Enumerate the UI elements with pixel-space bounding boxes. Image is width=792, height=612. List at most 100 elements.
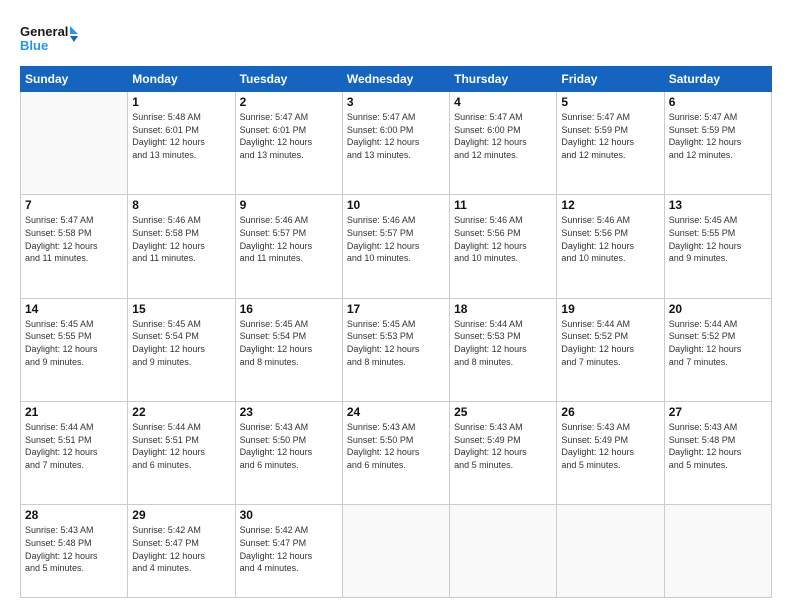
day-number: 1 (132, 95, 230, 109)
calendar-cell (342, 505, 449, 598)
calendar-cell: 6 Sunrise: 5:47 AM Sunset: 5:59 PM Daylig… (664, 92, 771, 195)
day-info: Sunrise: 5:45 AM Sunset: 5:55 PM Dayligh… (669, 214, 767, 264)
day-info: Sunrise: 5:44 AM Sunset: 5:53 PM Dayligh… (454, 318, 552, 368)
calendar-cell: 23 Sunrise: 5:43 AM Sunset: 5:50 PM Dayli… (235, 402, 342, 505)
calendar-cell (450, 505, 557, 598)
page: General Blue SundayMondayTuesdayWednesda… (0, 0, 792, 612)
day-number: 17 (347, 302, 445, 316)
day-number: 16 (240, 302, 338, 316)
calendar-cell: 9Sunrise: 5:46 AM Sunset: 5:57 PM Daylig… (235, 195, 342, 298)
calendar-cell (557, 505, 664, 598)
header: General Blue (20, 18, 772, 56)
day-number: 4 (454, 95, 552, 109)
calendar-cell: 20Sunrise: 5:44 AM Sunset: 5:52 PM Dayli… (664, 298, 771, 401)
calendar-cell: 4Sunrise: 5:47 AM Sunset: 6:00 PM Daylig… (450, 92, 557, 195)
calendar-cell: 7Sunrise: 5:47 AM Sunset: 5:58 PM Daylig… (21, 195, 128, 298)
calendar-week-row: 28 Sunrise: 5:43 AM Sunset: 5:48 PM Dayli… (21, 505, 772, 598)
weekday-header-thursday: Thursday (450, 67, 557, 92)
day-number: 6 (669, 95, 767, 109)
calendar-cell: 2 Sunrise: 5:47 AM Sunset: 6:01 PM Daylig… (235, 92, 342, 195)
day-number: 11 (454, 198, 552, 212)
calendar-cell: 13 Sunrise: 5:45 AM Sunset: 5:55 PM Dayli… (664, 195, 771, 298)
calendar-cell: 12 Sunrise: 5:46 AM Sunset: 5:56 PM Dayli… (557, 195, 664, 298)
day-info: Sunrise: 5:47 AM Sunset: 5:59 PM Dayligh… (561, 111, 659, 161)
day-info: Sunrise: 5:43 AM Sunset: 5:48 PM Dayligh… (669, 421, 767, 471)
calendar-cell: 1 Sunrise: 5:48 AM Sunset: 6:01 PM Daylig… (128, 92, 235, 195)
calendar-cell (21, 92, 128, 195)
weekday-header-sunday: Sunday (21, 67, 128, 92)
logo: General Blue (20, 22, 80, 56)
calendar-cell: 17 Sunrise: 5:45 AM Sunset: 5:53 PM Dayli… (342, 298, 449, 401)
svg-text:General: General (20, 24, 68, 39)
calendar-cell: 3Sunrise: 5:47 AM Sunset: 6:00 PM Daylig… (342, 92, 449, 195)
calendar-cell: 27 Sunrise: 5:43 AM Sunset: 5:48 PM Dayli… (664, 402, 771, 505)
day-info: Sunrise: 5:46 AM Sunset: 5:57 PM Dayligh… (347, 214, 445, 264)
calendar-cell: 21 Sunrise: 5:44 AM Sunset: 5:51 PM Dayli… (21, 402, 128, 505)
day-number: 14 (25, 302, 123, 316)
day-info: Sunrise: 5:45 AM Sunset: 5:53 PM Dayligh… (347, 318, 445, 368)
day-info: Sunrise: 5:43 AM Sunset: 5:49 PM Dayligh… (454, 421, 552, 471)
calendar-cell (664, 505, 771, 598)
day-info: Sunrise: 5:46 AM Sunset: 5:58 PM Dayligh… (132, 214, 230, 264)
weekday-header-wednesday: Wednesday (342, 67, 449, 92)
calendar-cell: 8 Sunrise: 5:46 AM Sunset: 5:58 PM Daylig… (128, 195, 235, 298)
day-info: Sunrise: 5:43 AM Sunset: 5:48 PM Dayligh… (25, 524, 123, 574)
svg-text:Blue: Blue (20, 38, 48, 53)
weekday-header-tuesday: Tuesday (235, 67, 342, 92)
calendar-cell: 24 Sunrise: 5:43 AM Sunset: 5:50 PM Dayli… (342, 402, 449, 505)
calendar-cell: 10 Sunrise: 5:46 AM Sunset: 5:57 PM Dayli… (342, 195, 449, 298)
day-info: Sunrise: 5:45 AM Sunset: 5:54 PM Dayligh… (132, 318, 230, 368)
calendar-cell: 25Sunrise: 5:43 AM Sunset: 5:49 PM Dayli… (450, 402, 557, 505)
calendar-cell: 19 Sunrise: 5:44 AM Sunset: 5:52 PM Dayli… (557, 298, 664, 401)
day-number: 15 (132, 302, 230, 316)
day-info: Sunrise: 5:46 AM Sunset: 5:56 PM Dayligh… (561, 214, 659, 264)
day-number: 2 (240, 95, 338, 109)
calendar-cell: 26 Sunrise: 5:43 AM Sunset: 5:49 PM Dayli… (557, 402, 664, 505)
logo-svg: General Blue (20, 22, 80, 56)
day-info: Sunrise: 5:43 AM Sunset: 5:49 PM Dayligh… (561, 421, 659, 471)
day-info: Sunrise: 5:44 AM Sunset: 5:52 PM Dayligh… (561, 318, 659, 368)
weekday-header-row: SundayMondayTuesdayWednesdayThursdayFrid… (21, 67, 772, 92)
weekday-header-monday: Monday (128, 67, 235, 92)
calendar-cell: 30 Sunrise: 5:42 AM Sunset: 5:47 PM Dayli… (235, 505, 342, 598)
calendar-cell: 16 Sunrise: 5:45 AM Sunset: 5:54 PM Dayli… (235, 298, 342, 401)
day-number: 21 (25, 405, 123, 419)
day-info: Sunrise: 5:48 AM Sunset: 6:01 PM Dayligh… (132, 111, 230, 161)
calendar-cell: 14 Sunrise: 5:45 AM Sunset: 5:55 PM Dayli… (21, 298, 128, 401)
day-info: Sunrise: 5:46 AM Sunset: 5:57 PM Dayligh… (240, 214, 338, 264)
day-info: Sunrise: 5:43 AM Sunset: 5:50 PM Dayligh… (240, 421, 338, 471)
day-info: Sunrise: 5:47 AM Sunset: 6:01 PM Dayligh… (240, 111, 338, 161)
day-number: 26 (561, 405, 659, 419)
calendar-week-row: 14 Sunrise: 5:45 AM Sunset: 5:55 PM Dayli… (21, 298, 772, 401)
day-number: 12 (561, 198, 659, 212)
day-info: Sunrise: 5:45 AM Sunset: 5:55 PM Dayligh… (25, 318, 123, 368)
calendar-cell: 28 Sunrise: 5:43 AM Sunset: 5:48 PM Dayli… (21, 505, 128, 598)
day-info: Sunrise: 5:45 AM Sunset: 5:54 PM Dayligh… (240, 318, 338, 368)
day-info: Sunrise: 5:47 AM Sunset: 6:00 PM Dayligh… (347, 111, 445, 161)
calendar-cell: 15 Sunrise: 5:45 AM Sunset: 5:54 PM Dayli… (128, 298, 235, 401)
day-number: 24 (347, 405, 445, 419)
calendar-cell: 18 Sunrise: 5:44 AM Sunset: 5:53 PM Dayli… (450, 298, 557, 401)
day-number: 7 (25, 198, 123, 212)
day-info: Sunrise: 5:43 AM Sunset: 5:50 PM Dayligh… (347, 421, 445, 471)
day-number: 20 (669, 302, 767, 316)
day-info: Sunrise: 5:42 AM Sunset: 5:47 PM Dayligh… (240, 524, 338, 574)
day-info: Sunrise: 5:44 AM Sunset: 5:51 PM Dayligh… (25, 421, 123, 471)
day-number: 13 (669, 198, 767, 212)
calendar-table: SundayMondayTuesdayWednesdayThursdayFrid… (20, 66, 772, 598)
day-number: 22 (132, 405, 230, 419)
calendar-week-row: 21 Sunrise: 5:44 AM Sunset: 5:51 PM Dayli… (21, 402, 772, 505)
day-number: 8 (132, 198, 230, 212)
day-info: Sunrise: 5:47 AM Sunset: 5:59 PM Dayligh… (669, 111, 767, 161)
day-number: 23 (240, 405, 338, 419)
calendar-cell: 29 Sunrise: 5:42 AM Sunset: 5:47 PM Dayli… (128, 505, 235, 598)
day-number: 29 (132, 508, 230, 522)
day-number: 10 (347, 198, 445, 212)
day-number: 30 (240, 508, 338, 522)
day-number: 18 (454, 302, 552, 316)
day-info: Sunrise: 5:42 AM Sunset: 5:47 PM Dayligh… (132, 524, 230, 574)
day-number: 19 (561, 302, 659, 316)
day-number: 28 (25, 508, 123, 522)
day-number: 27 (669, 405, 767, 419)
day-info: Sunrise: 5:44 AM Sunset: 5:51 PM Dayligh… (132, 421, 230, 471)
